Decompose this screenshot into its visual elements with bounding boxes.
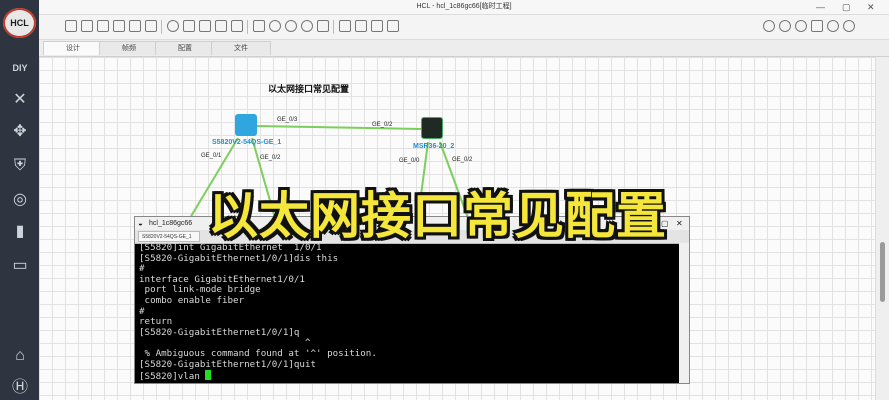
terminal-line: combo enable fiber (139, 294, 245, 306)
prompt-text: [S5820]vlan (139, 371, 206, 383)
port-label: GE_0/2 (260, 155, 281, 161)
port-label: GE_0/1 (201, 153, 222, 159)
router-device-icon[interactable] (421, 117, 443, 139)
router-device-label: MSR36-20_2 (413, 143, 455, 150)
switch-device-icon[interactable] (235, 114, 257, 136)
terminal-line: [S5820-GigabitEthernet1/0/1]dis this (139, 252, 339, 264)
terminal-line: % Ambiguous command found at '^' positio… (139, 347, 377, 359)
overlay-caption: 以太网接口常见配置 (208, 187, 667, 245)
terminal-line: # (139, 305, 145, 317)
terminal-prompt[interactable]: [S5820]vlan (139, 370, 674, 383)
terminal-line: [S5820-GigabitEthernet1/0/1]quit (139, 358, 317, 370)
switch-device-label: S5820V2-54QS-GE_1 (212, 139, 282, 146)
link-switch-router[interactable] (256, 125, 422, 130)
port-label: GE_0/0 (399, 158, 420, 164)
terminal-scrollbar[interactable] (679, 243, 689, 383)
terminal-session-tab[interactable]: S5820V2-54QS-GE_1 (138, 231, 200, 242)
port-label: GE_0/2 (452, 157, 473, 163)
terminal-cursor (205, 370, 212, 381)
port-label: GE_0/2 (372, 122, 393, 128)
terminal-app-icon: ◒ (138, 219, 143, 228)
port-label: GE_0/3 (277, 117, 298, 123)
terminal-close-icon[interactable]: ✕ (676, 217, 683, 230)
topology-title: 以太网接口常见配置 (268, 85, 350, 95)
terminal-title: hcl_1c86gc66 (149, 220, 193, 227)
terminal-output[interactable]: [S5820]int GigabitEthernet 1/0/1 [S5820-G… (139, 242, 674, 383)
